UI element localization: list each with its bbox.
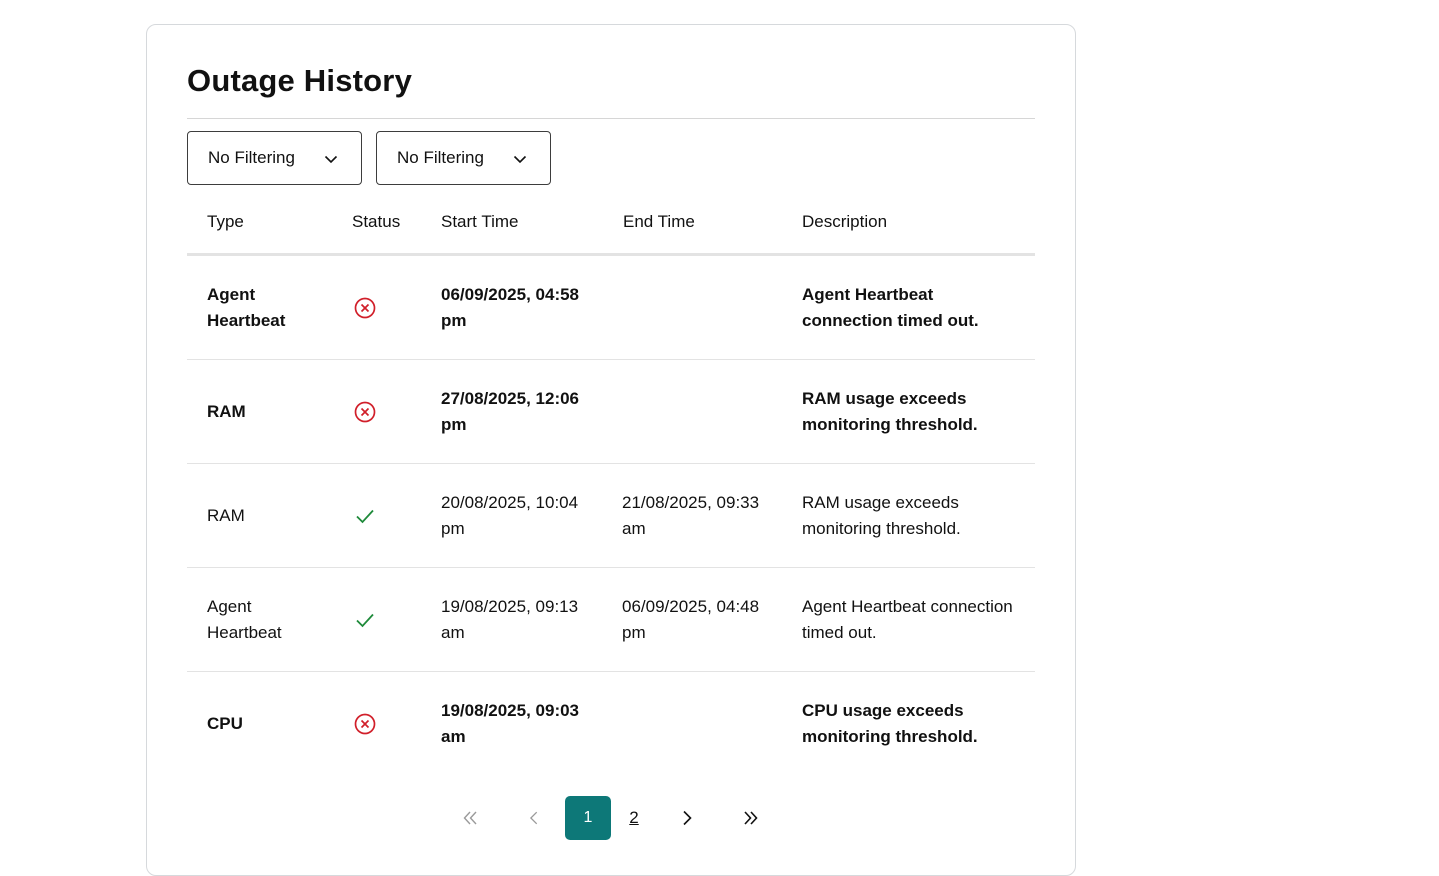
cell-status [353, 360, 393, 463]
cell-end-time: 06/09/2025, 04:48 pm [622, 596, 760, 642]
cell-type: CPU [207, 713, 243, 733]
cell-status [353, 256, 393, 359]
chevron-right-icon [683, 810, 692, 826]
header-description[interactable]: Description [802, 212, 887, 232]
chevrons-left-icon [463, 811, 477, 825]
cell-description: Agent Heartbeat connection timed out. [802, 596, 1013, 642]
cell-end-time: 21/08/2025, 09:33 am [622, 492, 760, 538]
cell-end-time [622, 256, 782, 359]
next-page-button[interactable] [677, 796, 697, 840]
table-row[interactable]: Agent Heartbeat 06/09/2025, 04:58 pm Age… [187, 256, 1035, 360]
check-icon [356, 509, 374, 523]
cell-type: Agent Heartbeat [207, 284, 286, 330]
cell-end-time [622, 360, 782, 463]
cell-start-time: 19/08/2025, 09:03 am [441, 700, 580, 746]
cell-status [353, 464, 393, 567]
chevrons-right-icon [744, 811, 758, 825]
table-row[interactable]: CPU 19/08/2025, 09:03 am CPU usage excee… [187, 672, 1035, 775]
header-type[interactable]: Type [207, 212, 244, 232]
cell-status [353, 672, 393, 775]
type-filter-label: No Filtering [208, 148, 295, 167]
status-filter-dropdown[interactable]: No Filtering [376, 131, 551, 185]
cell-type: RAM [207, 505, 245, 525]
page-1-button[interactable]: 1 [565, 796, 611, 840]
chevron-down-icon [324, 155, 338, 164]
chevron-left-icon [529, 811, 538, 825]
check-icon [356, 613, 374, 627]
cell-type: RAM [207, 401, 246, 421]
cell-end-time [622, 672, 782, 775]
cell-description: RAM usage exceeds monitoring threshold. [802, 492, 961, 538]
table-header: Type Status Start Time End Time Descript… [187, 187, 1035, 256]
table-row[interactable]: RAM 27/08/2025, 12:06 pm RAM usage excee… [187, 360, 1035, 464]
last-page-button[interactable] [740, 796, 762, 840]
outage-table: Type Status Start Time End Time Descript… [187, 187, 1035, 775]
cell-status [353, 568, 393, 671]
cell-description: CPU usage exceeds monitoring threshold. [802, 700, 978, 746]
header-status[interactable]: Status [352, 212, 400, 232]
first-page-button[interactable] [459, 796, 481, 840]
cell-description: RAM usage exceeds monitoring threshold. [802, 388, 978, 434]
table-row[interactable]: Agent Heartbeat 19/08/2025, 09:13 am 06/… [187, 568, 1035, 672]
x-circle-icon [354, 713, 376, 734]
chevron-down-icon [513, 155, 527, 164]
outage-history-card: Outage History No Filtering No Filtering… [146, 24, 1076, 876]
table-row[interactable]: RAM 20/08/2025, 10:04 pm 21/08/2025, 09:… [187, 464, 1035, 568]
table-body: Agent Heartbeat 06/09/2025, 04:58 pm Age… [187, 256, 1035, 775]
cell-start-time: 19/08/2025, 09:13 am [441, 596, 579, 642]
cell-type: Agent Heartbeat [207, 596, 282, 642]
header-end-time[interactable]: End Time [623, 212, 695, 232]
x-circle-icon [354, 401, 376, 422]
type-filter-dropdown[interactable]: No Filtering [187, 131, 362, 185]
previous-page-button[interactable] [525, 796, 543, 840]
cell-start-time: 06/09/2025, 04:58 pm [441, 284, 580, 330]
status-filter-label: No Filtering [397, 148, 484, 167]
x-circle-icon [354, 297, 376, 318]
cell-start-time: 20/08/2025, 10:04 pm [441, 492, 579, 538]
page-2-button[interactable]: 2 [623, 796, 645, 840]
cell-start-time: 27/08/2025, 12:06 pm [441, 388, 580, 434]
title-divider [187, 118, 1035, 119]
cell-description: Agent Heartbeat connection timed out. [802, 284, 979, 330]
header-start-time[interactable]: Start Time [441, 212, 518, 232]
page-title: Outage History [187, 63, 413, 98]
